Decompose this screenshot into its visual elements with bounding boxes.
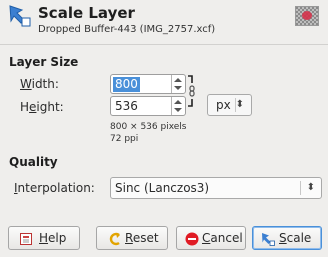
width-spinbutton[interactable]: 800 <box>110 74 186 94</box>
interpolation-select[interactable]: Sinc (Lanczos3) ⬍ <box>110 177 322 199</box>
dialog-subtitle: Dropped Buffer-443 (IMG_2757.xcf) <box>38 24 216 35</box>
chevron-updown-icon: ⬍ <box>235 99 244 110</box>
dialog-title: Scale Layer <box>38 4 135 22</box>
help-button[interactable]: Help <box>8 226 80 250</box>
scale-label: Scale <box>279 231 312 245</box>
help-icon <box>19 231 33 245</box>
interpolation-value: Sinc (Lanczos3) <box>115 181 210 195</box>
scale-layer-icon <box>8 4 32 28</box>
height-decrement-icon[interactable] <box>174 108 182 112</box>
height-stepper[interactable] <box>171 97 185 115</box>
height-label: Height: <box>20 100 64 114</box>
pixels-info: 800 × 536 pixels <box>110 122 187 132</box>
unit-select[interactable]: px ⬍ <box>207 94 252 116</box>
unit-value: px <box>216 98 231 112</box>
interpolation-label: Interpolation: <box>14 181 95 195</box>
scale-button[interactable]: Scale <box>252 226 322 250</box>
cancel-button[interactable]: Cancel <box>176 226 246 250</box>
height-value[interactable]: 536 <box>115 99 138 114</box>
quality-heading: Quality <box>9 155 58 169</box>
layer-size-heading: Layer Size <box>9 55 79 69</box>
width-label: Width: <box>20 77 59 91</box>
width-stepper[interactable] <box>171 75 185 93</box>
scale-icon <box>261 231 275 246</box>
header-divider <box>0 44 328 45</box>
help-label: Help <box>39 231 67 245</box>
reset-icon <box>107 231 121 246</box>
cancel-label: Cancel <box>202 231 243 245</box>
reset-label: Reset <box>125 231 159 245</box>
layer-thumbnail <box>295 6 319 26</box>
reset-button[interactable]: Reset <box>96 226 168 250</box>
chevron-updown-icon: ⬍ <box>306 182 315 193</box>
ppi-info: 72 ppi <box>110 134 139 144</box>
height-spinbutton[interactable]: 536 <box>110 96 186 116</box>
height-increment-icon[interactable] <box>174 100 182 104</box>
width-value[interactable]: 800 <box>113 77 140 92</box>
cancel-icon <box>185 231 199 246</box>
chain-link-icon[interactable] <box>187 74 196 108</box>
interpolation-divider <box>300 181 301 195</box>
width-decrement-icon[interactable] <box>174 86 182 90</box>
width-increment-icon[interactable] <box>174 78 182 82</box>
